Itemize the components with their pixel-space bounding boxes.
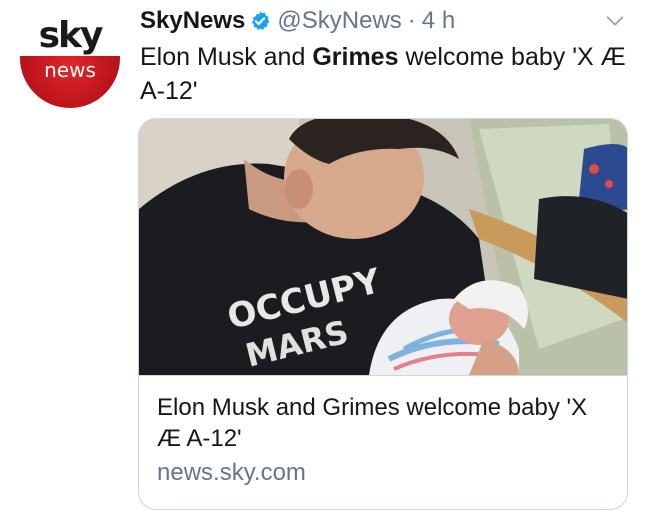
author-handle[interactable]: @SkyNews [277, 7, 401, 35]
tweet-text-part1: Elon Musk and [140, 43, 313, 71]
card-domain: news.sky.com [157, 459, 306, 486]
card-body[interactable]: Elon Musk and Grimes welcome baby 'X Æ A… [139, 375, 627, 509]
avatar-bottom: news [20, 56, 120, 108]
tweet-timestamp[interactable]: 4 h [422, 7, 455, 35]
card-image[interactable]: OCCUPY MARS [139, 119, 627, 375]
chevron-down-icon[interactable] [604, 10, 626, 32]
author-name[interactable]: SkyNews [140, 7, 245, 35]
avatar-brand-bottom: news [44, 58, 96, 82]
card-title[interactable]: Elon Musk and Grimes welcome baby 'X Æ A… [157, 392, 609, 454]
tweet-text-bold: Grimes [312, 43, 399, 71]
link-card[interactable]: OCCUPY MARS Elon Musk and Grimes welcome… [138, 118, 628, 510]
tweet-header: SkyNews @SkyNews · 4 h [140, 4, 630, 38]
avatar-top: sky [20, 8, 120, 56]
card-photo: OCCUPY MARS [139, 119, 627, 375]
avatar[interactable]: sky news [20, 8, 120, 108]
separator-dot: · [407, 7, 416, 34]
avatar-brand-top: sky [38, 15, 104, 56]
tweet-text: Elon Musk and Grimes welcome baby 'X Æ A… [140, 40, 630, 108]
verified-badge-icon [249, 10, 271, 32]
